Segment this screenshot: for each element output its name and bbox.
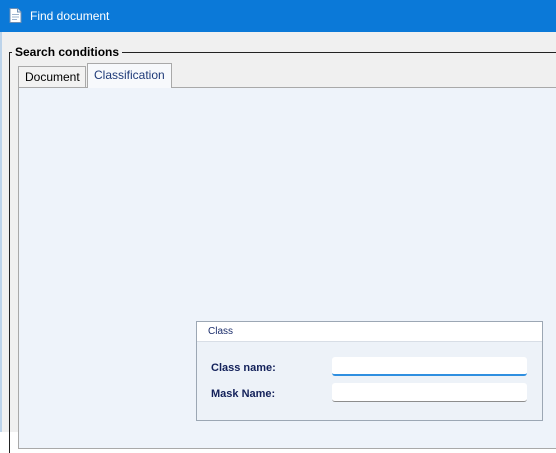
title-bar: Find document [0,0,556,32]
tab-document[interactable]: Document [18,66,86,88]
window-title: Find document [30,9,110,23]
document-icon [9,8,22,23]
class-group-content: Class name: Mask Name: [197,342,542,420]
class-name-input[interactable] [332,357,527,376]
class-name-label: Class name: [211,362,276,374]
class-group: Class Class name: Mask Name: [196,321,543,421]
class-group-title: Class [208,326,234,337]
search-conditions-title: Search conditions [12,45,123,59]
mask-name-label: Mask Name: [211,388,276,400]
tab-classification[interactable]: Classification [87,63,172,88]
mask-name-input[interactable] [332,383,527,402]
window-left-edge [0,32,2,432]
class-group-header: Class [197,322,542,342]
